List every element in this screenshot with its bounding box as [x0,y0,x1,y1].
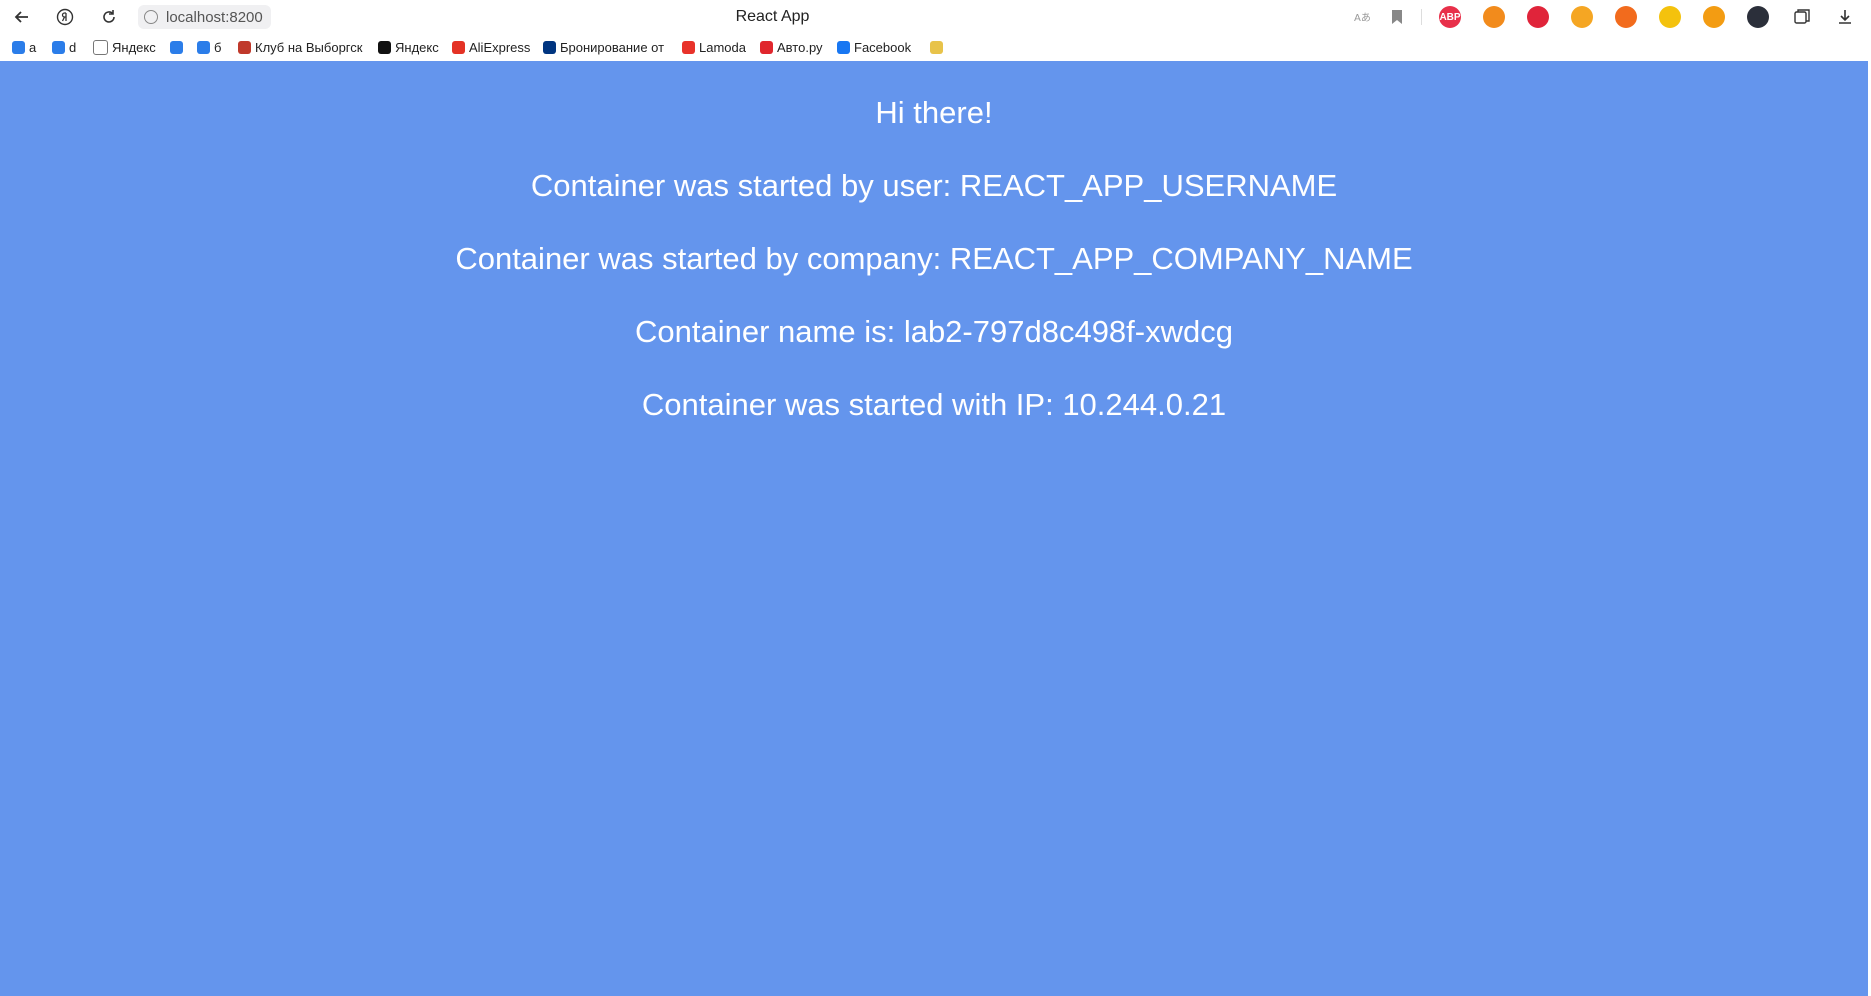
bookmark-item[interactable]: Авто.ру [760,38,823,56]
hand-extension-icon[interactable] [1659,6,1681,28]
bookmark-item[interactable]: AliExpress [452,38,530,56]
bookmark-item[interactable]: d [52,38,76,56]
bookmark-label: б [214,39,222,55]
bookmark-label: Авто.ру [777,39,823,55]
dark-circle-extension-icon[interactable] [1747,6,1769,28]
bookmark-label: а [29,39,37,55]
document-icon [93,39,108,55]
bookmark-item[interactable]: Lamoda [682,38,746,56]
company-line: Container was started by company: REACT_… [455,241,1413,276]
aliexpress-icon [452,40,465,54]
container-name-line: Container name is: lab2-797d8c498f-xwdcg [635,314,1233,349]
facebook-icon [837,40,850,54]
booking-icon [543,40,556,54]
bookmark-label: Яндекс [395,39,439,55]
translate-icon[interactable]: Aあ [1349,5,1373,29]
adblock-plus-icon[interactable]: ABP [1439,6,1461,28]
fire-extension-icon[interactable] [1615,6,1637,28]
bookmark-item[interactable]: Клуб на Выборгск [238,38,362,56]
bookmarks-bar: а d Яндекс б Клуб на Выборгск Яндекс AliExpres… [0,34,1871,60]
bookmark-label: Клуб на Выборгск [255,39,363,55]
folder-icon [930,40,943,54]
greeting-text: Hi there! [875,95,993,130]
metamask-icon[interactable] [1483,6,1505,28]
container-ip-line: Container was started with IP: 10.244.0.… [641,387,1227,422]
toolbar-divider [1421,9,1422,25]
bookmark-label: Бронирование от [560,39,665,55]
bookmark-label: AliExpress [469,39,531,55]
bookmark-item[interactable]: Facebook [837,38,911,56]
chat-bubble-icon [170,40,183,54]
bookmark-label: d [69,39,77,55]
chat-bubble-icon [12,40,25,54]
bookmark-item[interactable]: б [197,38,221,56]
browser-toolbar: localhost:8200 React App Aあ ABP [0,0,1871,34]
bookmark-label: Lamoda [699,39,746,55]
collections-icon[interactable] [1790,5,1814,29]
plus-circle-icon [378,40,391,54]
app-content: Hi there! Container was started by user:… [0,61,1871,996]
svg-text:Aあ: Aあ [1354,12,1370,24]
coin-extension-icon[interactable] [1703,6,1725,28]
bookmark-item[interactable] [930,38,947,56]
tab-title: React App [735,8,810,25]
club-icon [238,40,251,54]
bookmark-label: Facebook [854,39,912,55]
orange-search-extension-icon[interactable] [1571,6,1593,28]
bookmark-item[interactable]: Яндекс [378,38,439,56]
user-line: Container was started by user: REACT_APP… [530,168,1338,203]
download-icon[interactable] [1833,5,1857,29]
bookmark-label: Яндекс [112,39,156,55]
lamoda-icon [682,40,695,54]
bookmark-item[interactable] [170,38,187,56]
bookmark-item[interactable]: а [12,38,36,56]
red-square-extension-icon[interactable] [1527,6,1549,28]
bookmark-icon[interactable] [1385,5,1409,29]
chat-bubble-icon [197,40,210,54]
autoru-icon [760,40,773,54]
bookmark-item[interactable]: Яндекс [93,38,156,56]
bookmark-item[interactable]: Бронирование от [543,38,664,56]
chat-bubble-icon [52,40,65,54]
